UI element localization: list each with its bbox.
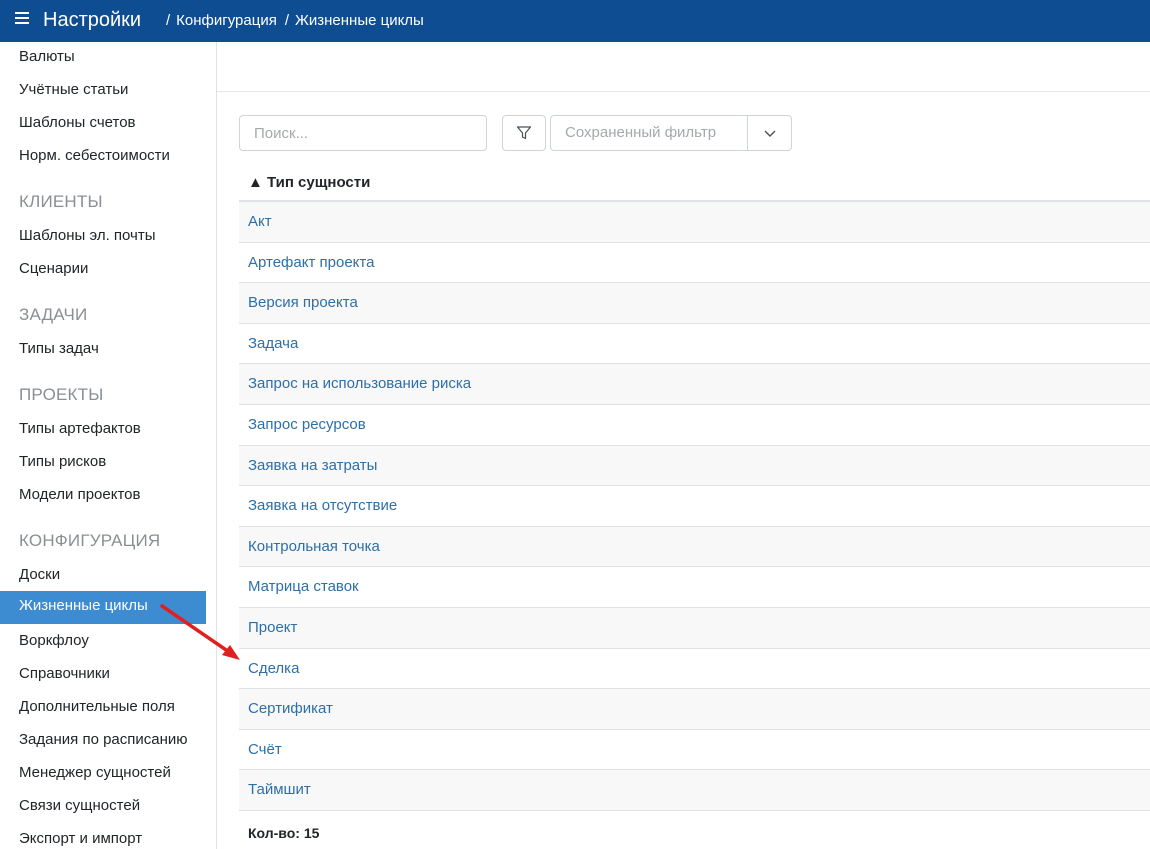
entity-type-link[interactable]: Артефакт проекта bbox=[248, 254, 374, 271]
sidebar-item[interactable]: Шаблоны эл. почты bbox=[0, 221, 206, 254]
entity-type-link[interactable]: Проект bbox=[248, 619, 297, 636]
entity-type-link[interactable]: Заявка на затраты bbox=[248, 457, 377, 474]
table-row: Матрица ставок bbox=[239, 567, 1150, 608]
entity-type-link[interactable]: Счёт bbox=[248, 741, 282, 758]
sidebar-item[interactable]: Задания по расписанию bbox=[0, 725, 206, 758]
entity-type-link[interactable]: Сертификат bbox=[248, 700, 333, 717]
sidebar-heading: КЛИЕНТЫ bbox=[19, 192, 103, 211]
table-row: Контрольная точка bbox=[239, 526, 1150, 568]
table-row: Счёт bbox=[239, 730, 1150, 771]
sidebar-item[interactable]: Дополнительные поля bbox=[0, 692, 206, 725]
sidebar-item[interactable]: Экспорт и импорт bbox=[0, 824, 206, 849]
sidebar-heading: ПРОЕКТЫ bbox=[19, 385, 104, 404]
column-header-entity-type[interactable]: ▲ Тип сущности bbox=[239, 164, 1150, 202]
entity-type-link[interactable]: Матрица ставок bbox=[248, 578, 359, 595]
sidebar-item[interactable]: Воркфлоу bbox=[0, 626, 206, 659]
row-count: Кол-во: 15 bbox=[248, 825, 320, 841]
entity-type-link[interactable]: Версия проекта bbox=[248, 294, 358, 311]
entity-type-link[interactable]: Контрольная точка bbox=[248, 538, 380, 555]
sidebar-item[interactable]: Норм. себестоимости bbox=[0, 141, 206, 174]
breadcrumb: / Конфигурация / Жизненные циклы bbox=[166, 12, 424, 29]
table-row: Проект bbox=[239, 607, 1150, 649]
sidebar-item[interactable]: Справочники bbox=[0, 659, 206, 692]
sidebar-item[interactable]: Связи сущностей bbox=[0, 791, 206, 824]
table-row: Запрос на использование риска bbox=[239, 364, 1150, 405]
sidebar-heading: ЗАДАЧИ bbox=[19, 305, 88, 324]
saved-filter-placeholder: Сохраненный фильтр bbox=[565, 124, 717, 141]
sidebar-item[interactable]: Типы артефактов bbox=[0, 414, 206, 447]
sidebar-item[interactable]: Менеджер сущностей bbox=[0, 758, 206, 791]
table-row: Сделка bbox=[239, 649, 1150, 690]
breadcrumb-item-configuration[interactable]: Конфигурация bbox=[176, 12, 277, 29]
sidebar-item[interactable]: Валюты bbox=[0, 42, 206, 75]
sidebar-heading: КОНФИГУРАЦИЯ bbox=[19, 531, 161, 550]
entity-type-link[interactable]: Таймшит bbox=[248, 781, 311, 798]
table-row: Заявка на отсутствие bbox=[239, 486, 1150, 527]
sidebar: Валюты Учётные статьи Шаблоны счетов Норм. … bbox=[0, 42, 217, 849]
app-title: Настройки bbox=[43, 9, 142, 31]
top-bar: Настройки / Конфигурация / Жизненные цик… bbox=[0, 0, 1150, 42]
entity-type-table: ▲ Тип сущности Акт Артефакт проекта Версия… bbox=[239, 164, 1150, 811]
search-input[interactable] bbox=[239, 115, 487, 151]
sidebar-item[interactable]: Сценарии bbox=[0, 254, 206, 287]
table-row: Запрос ресурсов bbox=[239, 405, 1150, 446]
saved-filter-select[interactable]: Сохраненный фильтр bbox=[550, 115, 792, 151]
filter-button[interactable] bbox=[502, 115, 546, 151]
sidebar-item[interactable]: Доски bbox=[0, 560, 206, 593]
chevron-down-icon bbox=[764, 130, 775, 137]
table-row: Версия проекта bbox=[239, 283, 1150, 324]
table-row: Заявка на затраты bbox=[239, 445, 1150, 487]
sidebar-item[interactable]: Модели проектов bbox=[0, 480, 206, 513]
entity-type-link[interactable]: Заявка на отсутствие bbox=[248, 497, 397, 514]
table-row: Таймшит bbox=[239, 770, 1150, 811]
entity-type-link[interactable]: Запрос на использование риска bbox=[248, 375, 471, 392]
main-content: Сохраненный фильтр ▲ Тип сущности Акт Арт… bbox=[217, 42, 1150, 849]
breadcrumb-item-lifecycles: Жизненные циклы bbox=[295, 12, 424, 29]
entity-type-link[interactable]: Запрос ресурсов bbox=[248, 416, 366, 433]
entity-type-link[interactable]: Сделка bbox=[248, 660, 299, 677]
sidebar-item[interactable]: Типы рисков bbox=[0, 447, 206, 480]
menu-icon[interactable] bbox=[15, 12, 29, 26]
table-body: Акт Артефакт проекта Версия проекта Задача З… bbox=[239, 202, 1150, 811]
table-row: Артефакт проекта bbox=[239, 243, 1150, 284]
entity-type-link[interactable]: Задача bbox=[248, 335, 298, 352]
table-row: Сертификат bbox=[239, 689, 1150, 730]
saved-filter-dropdown-button[interactable] bbox=[747, 116, 791, 150]
content-header bbox=[217, 42, 1150, 92]
sidebar-item[interactable]: Типы задач bbox=[0, 334, 206, 367]
table-row: Задача bbox=[239, 324, 1150, 365]
sidebar-item[interactable]: Шаблоны счетов bbox=[0, 108, 206, 141]
entity-type-link[interactable]: Акт bbox=[248, 213, 272, 230]
table-row: Акт bbox=[239, 202, 1150, 243]
filter-icon bbox=[516, 126, 532, 140]
sidebar-item[interactable]: Учётные статьи bbox=[0, 75, 206, 108]
sidebar-item[interactable]: Жизненные циклы bbox=[0, 591, 206, 624]
